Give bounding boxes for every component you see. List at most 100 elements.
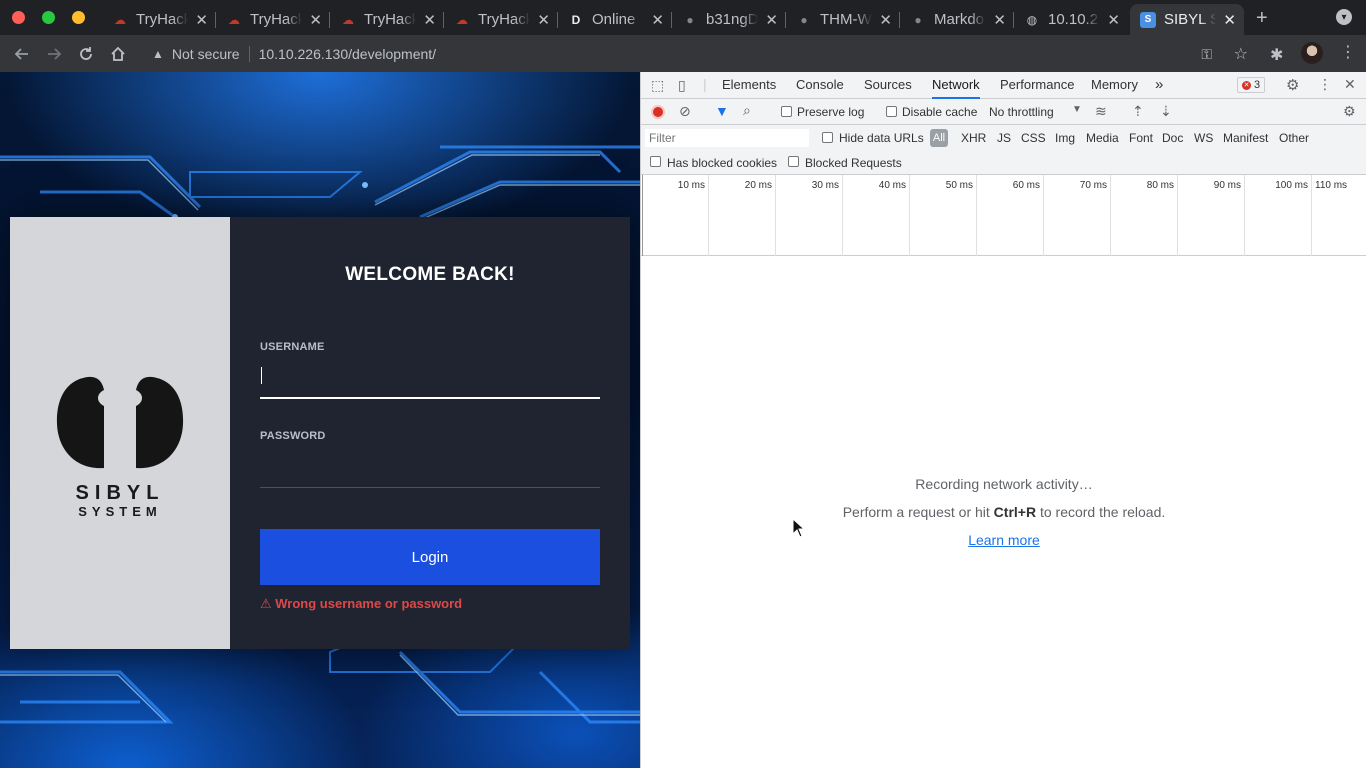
close-tab-icon[interactable]: ✕: [993, 11, 1006, 29]
more-tabs-icon[interactable]: »: [1155, 72, 1163, 99]
close-tab-icon[interactable]: ✕: [537, 11, 550, 29]
import-har-icon[interactable]: ⇡: [1132, 103, 1144, 120]
type-filter-other[interactable]: Other: [1279, 131, 1309, 145]
settings-gear-icon[interactable]: ⚙: [1286, 76, 1299, 94]
tryhackme-icon: ☁: [342, 12, 354, 27]
new-tab-button[interactable]: +: [1256, 7, 1268, 30]
recording-status: Recording network activity…: [915, 476, 1093, 492]
type-filter-xhr[interactable]: XHR: [961, 131, 986, 145]
clear-icon[interactable]: ⊘: [679, 103, 691, 120]
devtools-menu-icon[interactable]: ⋮: [1318, 76, 1332, 93]
password-input[interactable]: [260, 453, 600, 481]
browser-menu-icon[interactable]: ⋮: [1340, 42, 1356, 62]
avatar[interactable]: [1301, 42, 1323, 64]
extensions-icon[interactable]: ✱: [1270, 45, 1283, 65]
omnibox-divider: [248, 46, 250, 62]
disable-cache-checkbox[interactable]: [886, 106, 897, 117]
reload-hint-prefix: Perform a request or hit: [842, 504, 994, 520]
security-label[interactable]: Not secure: [172, 46, 240, 62]
type-filter-js[interactable]: JS: [997, 131, 1011, 145]
back-icon[interactable]: [11, 43, 33, 65]
browser-tab[interactable]: ● Markdo ✕: [900, 4, 1014, 35]
learn-more-link[interactable]: Learn more: [968, 532, 1040, 548]
type-filter-font[interactable]: Font: [1129, 131, 1153, 145]
browser-tab[interactable]: ◍ 10.10.2 ✕: [1014, 4, 1128, 35]
tab-network[interactable]: Network: [932, 72, 980, 99]
username-input[interactable]: [260, 363, 600, 391]
chevron-down-icon[interactable]: ▼: [1072, 104, 1082, 115]
url-text[interactable]: 10.10.226.130/development/: [259, 46, 436, 62]
tab-sources[interactable]: Sources: [864, 72, 912, 99]
hide-data-urls-checkbox[interactable]: [822, 132, 833, 143]
type-filter-img[interactable]: Img: [1055, 131, 1075, 145]
browser-tab[interactable]: ● b31ngD ✕: [672, 4, 786, 35]
record-button[interactable]: [651, 105, 665, 119]
tab-title: SIBYL S: [1164, 11, 1216, 28]
has-blocked-cookies-label: Has blocked cookies: [667, 156, 778, 170]
browser-tab[interactable]: ☁ TryHackMe ✕: [444, 4, 558, 35]
browser-tab[interactable]: ☁ TryHackMe ✕: [330, 4, 444, 35]
preserve-log-checkbox[interactable]: [781, 106, 792, 117]
close-tab-icon[interactable]: ✕: [1223, 11, 1236, 29]
close-tab-icon[interactable]: ✕: [879, 11, 892, 29]
throttling-select[interactable]: No throttling: [989, 105, 1054, 119]
export-har-icon[interactable]: ⇣: [1160, 103, 1172, 120]
forward-icon[interactable]: [43, 43, 65, 65]
close-tab-icon[interactable]: ✕: [309, 11, 322, 29]
bookmark-star-icon[interactable]: ☆: [1234, 44, 1248, 64]
browser-tab[interactable]: ☁ TryHackMe ✕: [216, 4, 330, 35]
address-bar[interactable]: ▲ Not secure 10.10.226.130/development/ …: [140, 39, 1260, 69]
key-icon[interactable]: ⚿: [1201, 46, 1212, 63]
filter-funnel-icon[interactable]: ▼: [715, 103, 729, 119]
timeline-tick: [642, 175, 643, 256]
warning-icon[interactable]: ▲: [152, 47, 164, 61]
tab-memory[interactable]: Memory: [1091, 72, 1138, 99]
login-button[interactable]: Login: [260, 529, 600, 585]
timeline-tick: [1311, 175, 1312, 256]
type-filter-css[interactable]: CSS: [1021, 131, 1046, 145]
close-tab-icon[interactable]: ✕: [195, 11, 208, 29]
timeline-tick-label: 60 ms: [1012, 180, 1040, 191]
has-blocked-cookies-checkbox[interactable]: [650, 156, 661, 167]
close-tab-icon[interactable]: ✕: [1107, 11, 1120, 29]
tryhackme-icon: ☁: [456, 12, 468, 27]
tab-elements[interactable]: Elements: [722, 72, 776, 99]
close-tab-icon[interactable]: ✕: [765, 11, 778, 29]
type-filter-ws[interactable]: WS: [1194, 131, 1213, 145]
device-toolbar-icon[interactable]: ▯: [678, 77, 686, 94]
blocked-requests-checkbox[interactable]: [788, 156, 799, 167]
timeline-tick-label: 10 ms: [677, 180, 705, 191]
network-conditions-icon[interactable]: ≋: [1095, 103, 1107, 120]
inspect-element-icon[interactable]: ⬚: [651, 77, 664, 94]
tab-strip: ☁ TryHackMe ✕ ☁ TryHackMe ✕ ☁ TryHackMe …: [0, 0, 1366, 35]
browser-tab[interactable]: ☁ TryHackMe ✕: [102, 4, 216, 35]
tab-console[interactable]: Console: [796, 72, 844, 99]
error-count-badge[interactable]: ✕ 3: [1237, 77, 1266, 93]
home-icon[interactable]: [107, 43, 129, 65]
close-window-button[interactable]: [12, 11, 25, 24]
network-overview-timeline[interactable]: 10 ms 20 ms 30 ms 40 ms 50 ms 60 ms 70 m…: [641, 175, 1366, 256]
filter-input[interactable]: [645, 129, 809, 147]
tab-title: TryHackMe: [364, 11, 416, 28]
type-filter-all[interactable]: All: [930, 129, 948, 147]
text-caret: [261, 367, 262, 384]
type-filter-media[interactable]: Media: [1086, 131, 1119, 145]
minimize-window-button[interactable]: [72, 11, 85, 24]
timeline-tick-label: 100 ms: [1275, 180, 1308, 191]
browser-tab[interactable]: ● THM-W ✕: [786, 4, 900, 35]
type-filter-doc[interactable]: Doc: [1162, 131, 1183, 145]
tab-search-icon[interactable]: ▾: [1336, 9, 1352, 25]
close-tab-icon[interactable]: ✕: [651, 11, 664, 29]
browser-tab[interactable]: D Online ✕: [558, 4, 672, 35]
maximize-window-button[interactable]: [42, 11, 55, 24]
timeline-tick-label: 20 ms: [744, 180, 772, 191]
close-devtools-icon[interactable]: ✕: [1344, 76, 1356, 93]
close-tab-icon[interactable]: ✕: [423, 11, 436, 29]
search-icon[interactable]: ⌕: [743, 102, 751, 119]
tab-performance[interactable]: Performance: [1000, 72, 1074, 99]
browser-tab-active[interactable]: S SIBYL S ✕: [1130, 4, 1244, 35]
logo-wordmark-sibyl: SIBYL: [75, 482, 165, 504]
reload-icon[interactable]: [75, 43, 97, 65]
type-filter-manifest[interactable]: Manifest: [1223, 131, 1268, 145]
network-settings-icon[interactable]: ⚙: [1343, 103, 1356, 120]
